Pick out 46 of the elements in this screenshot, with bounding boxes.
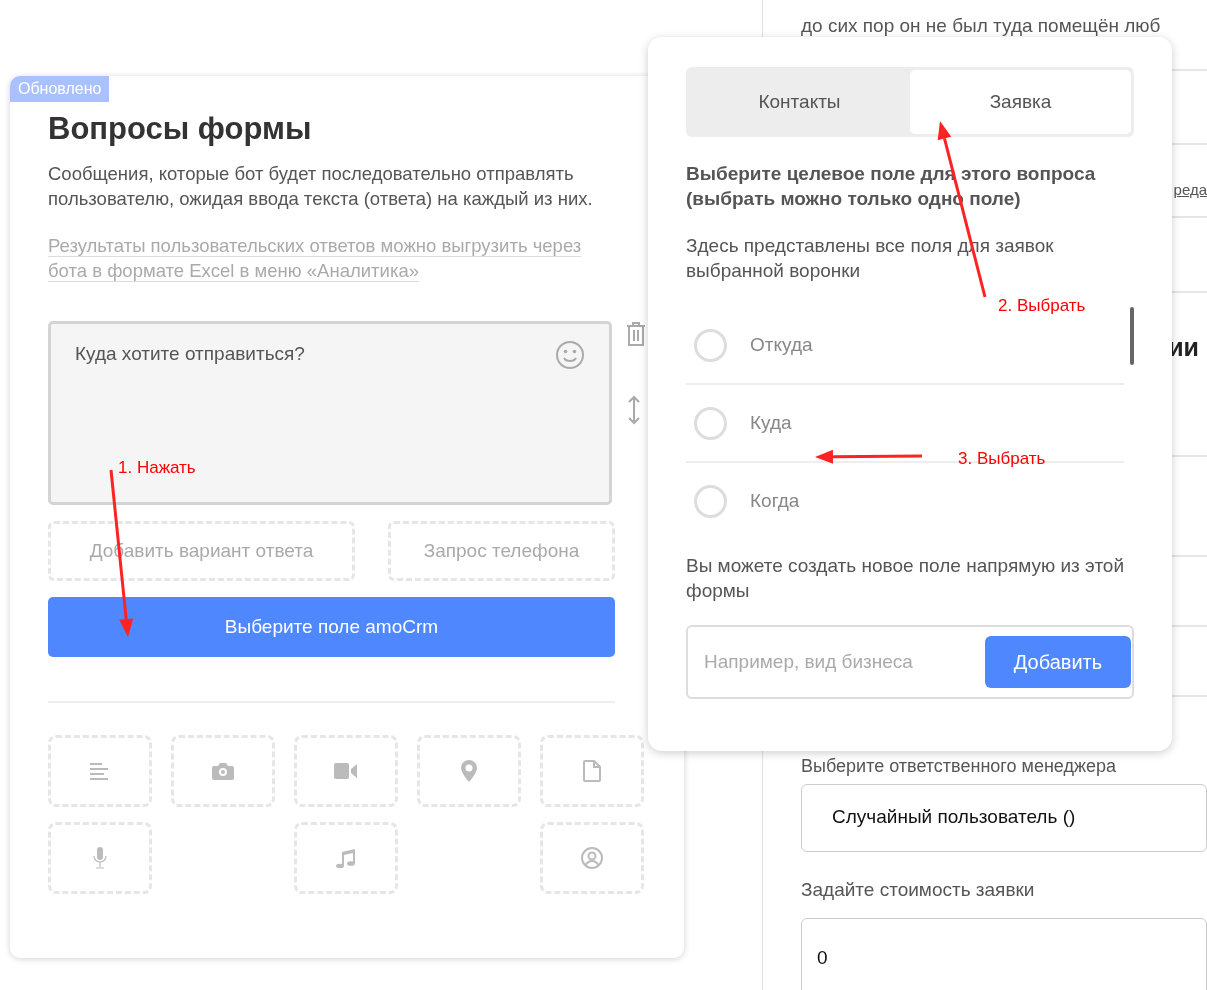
create-field-hint: Вы можете создать новое поле напрямую из этой формы [686,554,1126,603]
export-note-link[interactable]: Результаты пользовательских ответов можно выгрузить через бота в формате Excel в меню «Аналитика» [48,233,623,284]
music-note-icon [336,848,356,869]
attachment-tile[interactable] [540,735,644,808]
manager-select[interactable]: Случайный пользователь () [801,783,1207,852]
manager-label: Выберите ответственного менеджера [801,754,1118,778]
annotation-label: 3. Выбрать [958,448,1046,470]
attachment-tile[interactable] [171,735,275,808]
new-field-input[interactable]: Например, вид бизнеса Добавить [686,625,1134,699]
question-text: Куда хотите отправиться? [75,342,305,367]
file-icon [583,760,601,783]
field-option[interactable]: Куда [694,406,792,440]
tab[interactable]: Контакты [689,70,910,134]
scrollbar[interactable] [1130,307,1134,365]
attachment-tile[interactable] [417,735,521,808]
cost-label: Задайте стоимость заявки [801,877,1036,902]
background-link[interactable]: реда [1173,180,1207,198]
field-option[interactable]: Когда [694,484,800,518]
cost-field[interactable]: 0 [801,918,1207,990]
add-button[interactable]: Добавить [985,636,1131,688]
answer-option-button[interactable]: Запрос телефона [388,521,615,582]
field-option[interactable]: Откуда [694,328,813,362]
tab[interactable]: Заявка [910,70,1131,134]
form-description: Сообщения, которые бот будет последовательно отправлять пользователю, ожидая ввода текста (ответа) на каждый из них. [48,162,594,212]
trash-icon[interactable] [626,321,646,348]
form-title: Вопросы формы [48,110,313,148]
attachment-tile[interactable] [294,822,398,895]
updated-label: Обновлено [10,76,110,102]
annotation-label: 1. Нажать [118,457,196,479]
attachment-tile[interactable] [540,822,644,895]
background-text: до сих пор он не был туда помещён люб [801,14,1162,38]
smiley-icon[interactable] [555,340,585,371]
user-circle-icon [581,847,603,870]
annotation-label: 2. Выбрать [998,295,1086,317]
video-camera-icon [334,763,358,780]
radio-button[interactable] [694,406,727,440]
radio-button[interactable] [694,328,727,362]
select-field-button[interactable]: Выберите поле amoCrm [48,597,615,658]
attachment-tile[interactable] [294,735,398,808]
location-pin-icon [461,760,477,783]
camera-icon [212,762,234,781]
attachment-tile[interactable] [48,822,152,895]
text-lines-icon [90,762,110,781]
attachment-tile[interactable] [48,735,152,808]
radio-button[interactable] [694,484,727,518]
microphone-icon [92,847,108,870]
